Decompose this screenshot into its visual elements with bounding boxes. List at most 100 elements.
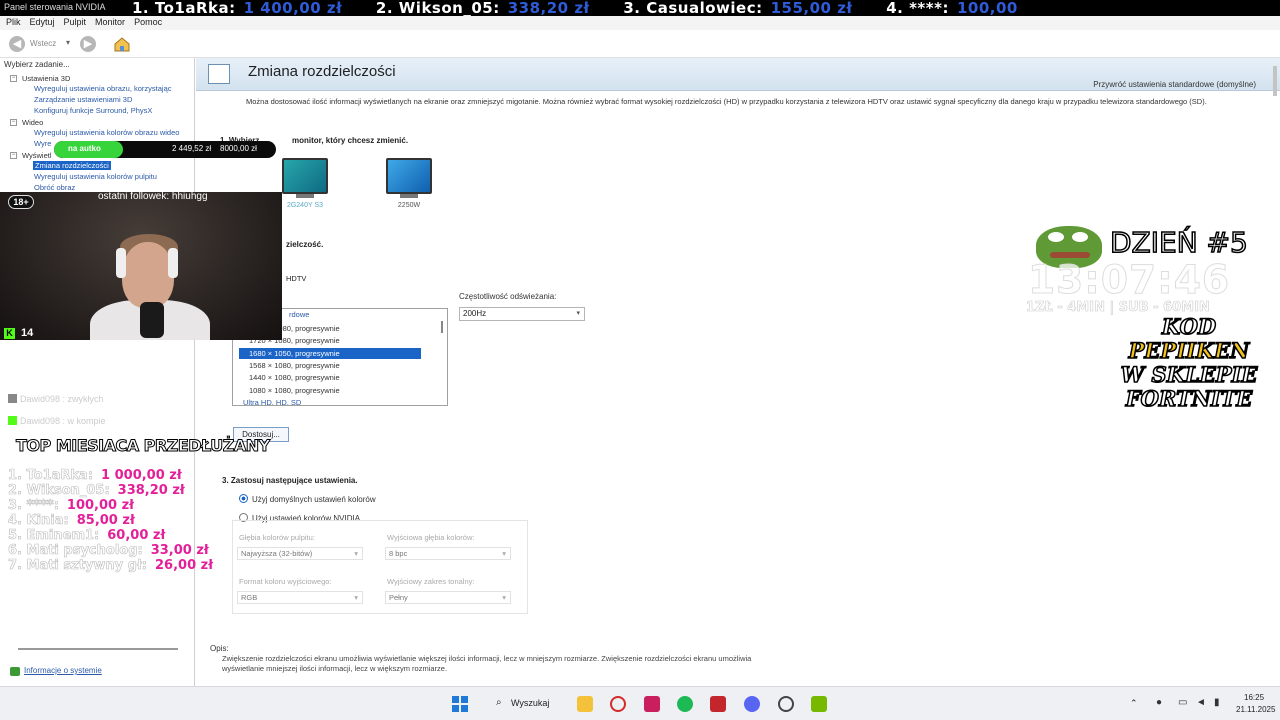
monitor-option-2[interactable]: 2250W <box>384 158 434 209</box>
menu-edit[interactable]: Edytuj <box>30 16 55 30</box>
obs-icon[interactable] <box>778 696 794 712</box>
microphone-icon[interactable]: ● <box>1156 697 1162 708</box>
tree-cat-3d[interactable]: Ustawienia 3D <box>22 74 70 83</box>
media-app-icon[interactable] <box>644 696 660 712</box>
timer-rate: 1ZŁ - 4MIN | SUB - 60MIN <box>1026 300 1210 316</box>
toolbar: ◀ Wstecz ▾ ▶ <box>0 30 1280 58</box>
step1-heading: monitor, który chcesz zmienić. <box>292 136 409 145</box>
range-select: Pełny ▾ <box>385 591 511 604</box>
chevron-up-icon[interactable]: ⌃ <box>1130 698 1138 709</box>
sidebar-header: Wybierz zadanie... <box>4 60 70 69</box>
monitor-option-1[interactable]: 2G240Y S3 <box>280 158 330 209</box>
list-scrollbar[interactable] <box>441 321 443 333</box>
collapse-icon[interactable]: − <box>10 75 17 82</box>
last-follower: ostatni followek: hhiuhgg <box>98 191 208 202</box>
menu-help[interactable]: Pomoc <box>134 16 162 30</box>
back-button[interactable]: Wstecz <box>30 39 56 48</box>
back-arrow-icon[interactable]: ◀ <box>9 36 25 52</box>
top-donor-row: 6. Mati psycholog: 33,00 zł <box>8 543 209 559</box>
monitor-label: 2G240Y S3 <box>286 202 324 209</box>
menu-file[interactable]: Plik <box>6 16 21 30</box>
ticker-item: 4. ****: 100,00 <box>886 0 1018 16</box>
top-donor-row: 7. Mati sztywny gł: 26,00 zł <box>8 558 214 574</box>
tree-cat-display[interactable]: Wyświetl <box>22 151 52 160</box>
tree-item-3d-surround[interactable]: Konfiguruj funkcje Surround, PhysX <box>34 106 152 115</box>
menu-monitor[interactable]: Monitor <box>95 16 125 30</box>
battery-icon[interactable]: ▮ <box>1214 697 1220 708</box>
radio-checked-icon <box>239 494 248 503</box>
description-heading: Opis: <box>210 644 229 653</box>
description-text: Zwiększenie rozdzielczości ekranu umożli… <box>222 654 752 673</box>
viewer-count: K 14 <box>4 327 33 339</box>
collapse-icon[interactable]: − <box>10 119 17 126</box>
tree-item-desktop-color[interactable]: Wyreguluj ustawienia kolorów pulpitu <box>34 172 157 181</box>
opera-icon[interactable] <box>610 696 626 712</box>
refresh-rate-value: 200Hz <box>463 309 487 318</box>
subathon-timer: 13:07:46 <box>1027 258 1231 304</box>
goal-target: 8000,00 zł <box>220 144 257 153</box>
depth-select: Najwyższa (32-bitów) ▾ <box>237 547 363 560</box>
nvidia-icon[interactable] <box>811 696 827 712</box>
res-group-label: rdowe <box>289 310 310 319</box>
clock-time[interactable]: 16:25 <box>1244 693 1264 702</box>
output-depth-label: Wyjściowa głębia kolorów: <box>387 533 475 542</box>
spotify-icon[interactable] <box>677 696 693 712</box>
clock-date[interactable]: 21.11.2025 <box>1236 705 1275 714</box>
taskbar: ⌕ Wyszukaj ⌃ ● ▭ ◄ ▮ 16:25 21.11.2025 <box>0 686 1280 720</box>
menu-desktop[interactable]: Pulpit <box>64 16 87 30</box>
network-icon[interactable]: ▭ <box>1178 697 1187 708</box>
forward-arrow-icon[interactable]: ▶ <box>80 36 96 52</box>
goal-label: na autko <box>68 144 101 153</box>
windows-start-icon[interactable] <box>452 696 468 712</box>
promo-line: FORTNITE <box>1125 385 1253 412</box>
range-label: Wyjściowy zakres tonalny: <box>387 577 475 586</box>
window-title: Panel sterowania NVIDIA <box>4 2 106 12</box>
top-donor-row: 3. ****: 100,00 zł <box>8 498 134 514</box>
discord-icon[interactable] <box>744 696 760 712</box>
tree-cat-video[interactable]: Wideo <box>22 118 43 127</box>
ticker-item: 1. To1aRka: 1 400,00 zł <box>132 0 343 16</box>
history-dropdown-icon[interactable]: ▾ <box>66 38 70 47</box>
chat-message: Dawid098 : zwykłych <box>8 394 104 404</box>
webcam-feed <box>0 192 282 340</box>
output-depth-select: 8 bpc ▾ <box>385 547 511 560</box>
search-button[interactable]: Wyszukaj <box>511 698 549 708</box>
ticker-item: 2. Wikson_05: 338,20 zł <box>375 0 590 16</box>
tree-item-3d-image[interactable]: Wyreguluj ustawienia obrazu, korzystając <box>34 84 172 93</box>
voicemeeter-icon[interactable] <box>710 696 726 712</box>
system-info-link[interactable]: Informacje o systemie <box>24 666 102 675</box>
home-icon[interactable] <box>113 35 131 53</box>
res-group-label: Ultra HD, HD, SD <box>243 398 302 406</box>
age-rating-badge: 18+ <box>8 195 34 209</box>
resolution-option[interactable]: 1440 × 1080, progresywnie <box>239 372 421 383</box>
promo-line: W SKLEPIE <box>1120 361 1258 388</box>
resolution-option[interactable]: 1080 × 1080, progresywnie <box>239 385 421 396</box>
tree-item-video-color[interactable]: Wyreguluj ustawienia kolorów obrazu wide… <box>34 128 179 137</box>
tree-item-3d-manage[interactable]: Zarządzanie ustawieniami 3D <box>34 95 132 104</box>
promo-code: PEPIIKEN <box>1128 337 1250 364</box>
donation-goal-bar: na autko 2 449,52 zł 8000,00 zł <box>54 141 276 158</box>
promo-line: KOD <box>1161 313 1217 340</box>
chat-message: Dawid098 : w kompie <box>8 416 106 426</box>
restore-defaults-link[interactable]: Przywróć ustawienia standardowe (domyśln… <box>1093 80 1256 89</box>
monitor-icon <box>386 158 432 194</box>
radio-label: Użyj domyślnych ustawień kolorów <box>252 495 376 504</box>
resolution-option[interactable]: 1568 × 1080, progresywnie <box>239 360 421 371</box>
collapse-icon[interactable]: − <box>10 152 17 159</box>
file-explorer-icon[interactable] <box>577 696 593 712</box>
refresh-rate-select[interactable]: 200Hz ▾ <box>459 307 585 321</box>
resolution-option-selected[interactable]: 1680 × 1050, progresywnie <box>239 348 421 359</box>
horizontal-scrollbar[interactable] <box>18 648 178 650</box>
page-header: Zmiana rozdzielczości Przywróć ustawieni… <box>196 58 1280 91</box>
step3-heading: 3. Zastosuj następujące ustawienia. <box>222 476 358 485</box>
ticker-item: 3. Casualowiec: 155,00 zł <box>623 0 853 16</box>
volume-icon[interactable]: ◄ <box>1196 697 1206 708</box>
search-icon[interactable]: ⌕ <box>496 697 502 708</box>
radio-default-colors[interactable]: Użyj domyślnych ustawień kolorów <box>239 494 376 504</box>
tree-item-video-other[interactable]: Wyre <box>34 139 51 148</box>
monitor-label: 2250W <box>397 202 421 209</box>
ticker-items: 1. To1aRka: 1 400,00 zł 2. Wikson_05: 338,… <box>132 0 1046 16</box>
tree-item-change-resolution[interactable]: Zmiana rozdzielczości <box>33 161 111 170</box>
format-select: RGB ▾ <box>237 591 363 604</box>
tree-item-rotate[interactable]: Obróć obraz <box>34 183 75 192</box>
